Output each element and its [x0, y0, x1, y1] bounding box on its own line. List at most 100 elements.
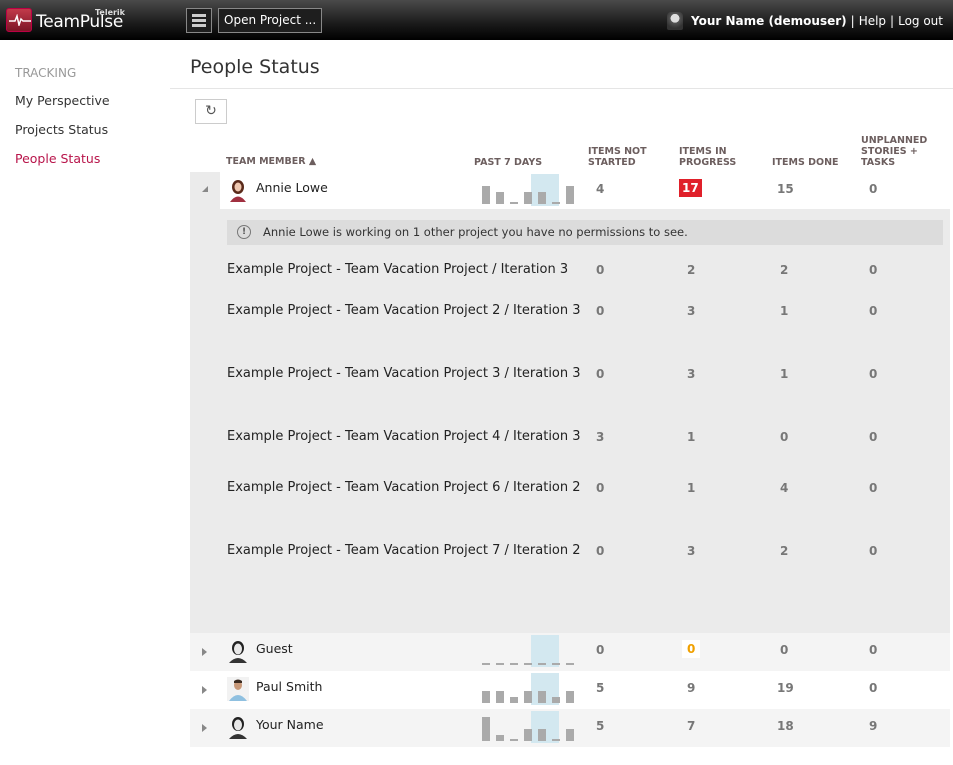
table-row[interactable]: Guest 0 0 0 0	[190, 633, 950, 671]
sparkline-bar	[538, 729, 546, 741]
refresh-icon: ↻	[205, 103, 217, 119]
sparkline-bar	[482, 717, 490, 741]
project-name[interactable]: Example Project - Team Vacation Project …	[227, 303, 581, 318]
unplanned-count: 9	[869, 719, 878, 733]
items-done: 18	[777, 719, 794, 733]
unplanned-count: 0	[869, 367, 878, 381]
member-name[interactable]: Paul Smith	[256, 679, 322, 694]
user-avatar-icon	[667, 12, 684, 30]
sparkline-bar	[552, 697, 560, 703]
items-done: 2	[780, 544, 789, 558]
header-team-member[interactable]: TEAM MEMBER ▲	[226, 156, 316, 167]
items-done: 15	[777, 182, 794, 196]
header-items-not-started: ITEMS NOT STARTED	[588, 146, 647, 168]
avatar	[227, 677, 249, 701]
sparkline-bar	[566, 663, 574, 665]
items-in-progress: 1	[687, 430, 696, 444]
project-name[interactable]: Example Project - Team Vacation Project …	[227, 366, 581, 381]
teampulse-logo-icon[interactable]	[6, 8, 32, 32]
unplanned-count: 0	[869, 182, 878, 196]
items-done: 2	[780, 263, 789, 277]
items-done: 1	[780, 304, 789, 318]
hamburger-menu-button[interactable]	[186, 8, 212, 33]
header-line: ITEMS NOT	[588, 146, 647, 157]
sparkline-bar	[482, 691, 490, 703]
menu-line-icon	[192, 14, 206, 17]
user-area: Your Name (demouser) | Help | Log out	[667, 12, 943, 30]
logout-link[interactable]: Log out	[898, 14, 943, 28]
items-not-started: 5	[596, 681, 605, 695]
open-project-button[interactable]: Open Project ...	[218, 8, 323, 33]
sparkline-bar	[524, 663, 532, 665]
expanded-detail-panel: ! Annie Lowe is working on 1 other proje…	[190, 209, 950, 633]
unplanned-count: 0	[869, 481, 878, 495]
table-row[interactable]: Your Name 5 7 18 9	[190, 709, 950, 747]
sparkline-bar	[524, 691, 532, 703]
header-line: UNPLANNED	[861, 135, 928, 146]
sparkline-bar	[566, 729, 574, 741]
collapse-toggle-icon[interactable]	[202, 186, 208, 192]
items-done: 0	[780, 430, 789, 444]
sparkline-bar	[552, 739, 560, 741]
items-in-progress: 2	[687, 263, 696, 277]
items-in-progress: 7	[687, 719, 696, 733]
items-not-started: 0	[596, 263, 605, 277]
sparkline-bar	[524, 192, 532, 204]
permission-notice: ! Annie Lowe is working on 1 other proje…	[227, 220, 943, 245]
sparkline-bar	[566, 186, 574, 204]
member-name[interactable]: Guest	[256, 641, 293, 656]
sparkline-bar	[496, 735, 504, 741]
table-row[interactable]: Paul Smith 5 9 19 0	[190, 671, 950, 709]
past-7-days-sparkline	[476, 673, 574, 705]
member-name[interactable]: Annie Lowe	[256, 180, 328, 195]
sparkline-bar	[538, 192, 546, 204]
project-name[interactable]: Example Project - Team Vacation Project …	[227, 480, 581, 495]
member-name[interactable]: Your Name	[256, 717, 324, 732]
sparkline-bar	[510, 202, 518, 204]
header-line: PROGRESS	[679, 157, 737, 168]
sparkline-bar	[538, 691, 546, 703]
separator: |	[890, 14, 895, 28]
items-in-progress: 1	[687, 481, 696, 495]
sparkline-bar	[496, 691, 504, 703]
separator: |	[850, 14, 855, 28]
items-not-started: 0	[596, 367, 605, 381]
header-line: TASKS	[861, 157, 896, 168]
title-divider	[170, 88, 953, 89]
table-row[interactable]: Annie Lowe 4 17 15 0	[190, 172, 950, 210]
notice-text: Annie Lowe is working on 1 other project…	[263, 225, 688, 239]
header-line: STARTED	[588, 157, 636, 168]
items-done: 0	[780, 643, 789, 657]
items-in-progress-badge: 0	[682, 640, 701, 658]
header-line: STORIES +	[861, 146, 918, 157]
sparkline-bar	[510, 697, 518, 703]
refresh-button[interactable]: ↻	[195, 99, 227, 124]
items-done: 19	[777, 681, 794, 695]
project-name[interactable]: Example Project - Team Vacation Project …	[227, 543, 581, 558]
sidebar-heading-tracking: TRACKING	[15, 66, 77, 80]
header-line: ITEMS IN	[679, 146, 727, 157]
items-done: 4	[780, 481, 789, 495]
user-name-link[interactable]: Your Name (demouser)	[691, 14, 847, 28]
brand-subtitle: Telerik	[95, 8, 125, 17]
sidebar-item-my-perspective[interactable]: My Perspective	[15, 93, 110, 108]
sparkline-bar	[496, 663, 504, 665]
avatar	[227, 178, 249, 202]
expand-toggle-icon[interactable]	[202, 724, 207, 732]
menu-line-icon	[192, 19, 206, 22]
items-in-progress: 3	[687, 304, 696, 318]
sidebar-item-people-status[interactable]: People Status	[15, 151, 100, 166]
sidebar-item-projects-status[interactable]: Projects Status	[15, 122, 108, 137]
avatar	[229, 641, 247, 663]
items-not-started: 3	[596, 430, 605, 444]
menu-line-icon	[192, 24, 206, 27]
items-not-started: 0	[596, 643, 605, 657]
expand-toggle-icon[interactable]	[202, 686, 207, 694]
project-name[interactable]: Example Project - Team Vacation Project …	[227, 429, 581, 444]
top-bar: TeamPulse Telerik Open Project ... Your …	[0, 0, 953, 40]
help-link[interactable]: Help	[859, 14, 886, 28]
project-name[interactable]: Example Project - Team Vacation Project …	[227, 262, 568, 277]
past-7-days-sparkline	[476, 174, 574, 206]
expand-toggle-icon[interactable]	[202, 648, 207, 656]
unplanned-count: 0	[869, 304, 878, 318]
